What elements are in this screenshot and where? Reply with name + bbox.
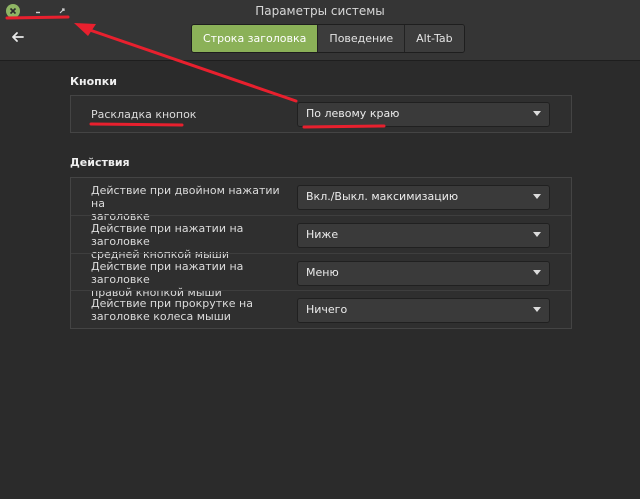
actions-frame: Действие при двойном нажатии на заголовк… — [70, 177, 572, 329]
chevron-down-icon — [533, 111, 541, 116]
window-title: Параметры системы — [255, 4, 385, 18]
right-click-action-value: Меню — [306, 266, 339, 279]
buttons-section-title: Кнопки — [70, 75, 117, 88]
tab-bar: Строка заголовка Поведение Alt-Tab — [191, 24, 465, 53]
action-label: Действие при прокрутке на заголовке коле… — [91, 297, 253, 323]
action-row: Действие при двойном нажатии на заголовк… — [71, 178, 571, 223]
action-row: Действие при нажатии на заголовке средне… — [71, 215, 571, 261]
actions-section-title: Действия — [70, 156, 130, 169]
button-layout-dropdown[interactable]: По левому краю — [297, 102, 550, 127]
right-click-action-dropdown[interactable]: Меню — [297, 261, 550, 286]
button-layout-value: По левому краю — [306, 107, 400, 120]
chevron-down-icon — [533, 194, 541, 199]
tab-behavior[interactable]: Поведение — [317, 25, 405, 52]
chevron-down-icon — [533, 232, 541, 237]
scroll-action-dropdown[interactable]: Ничего — [297, 298, 550, 323]
header-bar: Параметры системы Строка заголовка Повед… — [0, 0, 640, 61]
double-click-action-dropdown[interactable]: Вкл./Выкл. максимизацию — [297, 185, 550, 210]
button-layout-row: Раскладка кнопок По левому краю — [71, 96, 571, 132]
tab-alt-tab[interactable]: Alt-Tab — [404, 25, 464, 52]
scroll-action-value: Ничего — [306, 303, 348, 316]
button-layout-label: Раскладка кнопок — [91, 108, 197, 121]
double-click-action-value: Вкл./Выкл. максимизацию — [306, 190, 459, 203]
tab-titlebar[interactable]: Строка заголовка — [192, 25, 318, 52]
action-row: Действие при прокрутке на заголовке коле… — [71, 290, 571, 328]
back-arrow-icon[interactable] — [10, 29, 26, 45]
action-row: Действие при нажатии на заголовке правой… — [71, 253, 571, 299]
chevron-down-icon — [533, 307, 541, 312]
middle-click-action-value: Ниже — [306, 228, 339, 241]
middle-click-action-dropdown[interactable]: Ниже — [297, 223, 550, 248]
chevron-down-icon — [533, 270, 541, 275]
buttons-frame: Раскладка кнопок По левому краю — [70, 95, 572, 133]
